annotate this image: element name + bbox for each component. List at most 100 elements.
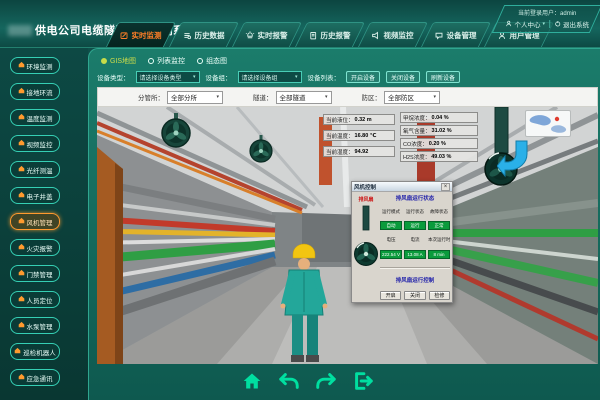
home-icon [18,321,25,330]
tab-video-monitor[interactable]: 视频监控 [358,22,428,47]
tab-history-data[interactable]: 历史数据 [169,22,239,47]
fault-state-value: 正常 [428,221,450,230]
branch-label: 分管所： [138,92,164,102]
fan-stop-button[interactable]: 关闭 [404,291,425,300]
bottom-nav [89,368,526,394]
device-group-label: 设备组： [206,72,232,82]
radio-icon [148,58,154,64]
sidebar-item-access-control[interactable]: 门禁管理 [10,265,60,282]
home-icon [18,269,25,278]
logout-link[interactable]: 退出系统 [554,19,589,29]
tab-label: 视频监控 [384,30,414,41]
open-device-button[interactable]: 开启设备 [346,71,380,83]
tab-label: 历史数据 [195,30,225,41]
status-section-title: 排风扇运行状态 [380,194,450,202]
radio-scada-view[interactable]: 组态图 [197,56,227,66]
home-icon [18,61,25,70]
divider [549,20,550,28]
sidebar-item-environment[interactable]: 环境监测 [10,57,60,74]
device-label: 排风扇 [358,196,373,203]
person-icon [505,20,512,29]
tunnel-3d-view[interactable]: 当前液位：0.32 m 当前温度：16.80 ℃ 当前湿度：94.92 甲烷浓度… [97,107,598,364]
run-mode-value: 自动 [380,221,402,230]
tab-realtime-alarm[interactable]: 实时报警 [232,22,302,47]
device-group-select[interactable]: 请选择设备组▾ [238,71,302,83]
personal-center-link[interactable]: 个人中心 ▾ [505,19,545,29]
home-icon [242,371,262,391]
sidebar-item-pump[interactable]: 水泵管理 [10,317,60,334]
tab-history-alarm[interactable]: 历史报警 [295,22,365,47]
sidebar-item-ground-current[interactable]: 接地环流 [10,83,60,100]
home-icon [18,217,25,226]
device-toolbar: 设备类型： 请选择设备类型▾ 设备组： 请选择设备组▾ 设备列表： 开启设备 关… [97,71,460,83]
sidebar-item-personnel[interactable]: 人员定位 [10,291,60,308]
forward-button[interactable] [314,368,338,394]
sidebar-item-manhole-cover[interactable]: 电子井盖 [10,187,60,204]
sidebar-item-fire-alarm[interactable]: 火灾报警 [10,239,60,256]
scene-filter-bar: 分管所： 全部分所▾ 隧道： 全部隧道▾ 防区： 全部防区▾ [97,87,598,107]
main-nav-tabs: 实时监测 历史数据 实时报警 历史报警 视频监控 [112,22,548,47]
chevron-down-icon: ▾ [193,74,196,80]
sidebar-item-fiber-temp[interactable]: 光纤测温 [10,161,60,178]
co-readout: CO浓度：0.20 % [400,138,478,149]
navigation-arrow[interactable] [497,140,531,183]
device-type-select[interactable]: 请选择设备类型▾ [136,71,200,83]
temperature-readout: 当前温度：16.80 ℃ [323,130,395,141]
zone-select[interactable]: 全部防区▾ [384,91,440,104]
sidebar-item-temperature[interactable]: 温度监测 [10,109,60,126]
home-icon [18,165,25,174]
home-button[interactable] [240,368,264,394]
run-state-value: 运行 [404,221,426,230]
radio-gis-map[interactable]: GIS地图 [101,56,136,66]
water-level-readout: 当前液位：0.32 m [323,114,395,125]
device-list-label: 设备列表： [308,72,341,82]
mini-map[interactable] [525,110,571,137]
history-alarm-icon [309,31,318,40]
fan-control-dialog: 风机控制 × 排风扇 [351,181,453,303]
tab-label: 设备管理 [447,30,477,41]
branch-select[interactable]: 全部分所▾ [167,91,223,104]
h2s-readout: H2S浓度：49.03 % [400,151,478,162]
video-monitor-icon [372,31,381,40]
sidebar-item-robot[interactable]: 巡检机器人 [10,343,60,360]
chevron-down-icon: ▾ [325,94,328,100]
sensor-overlay-right: 甲烷浓度：0.04 % 氧气含量：31.02 % CO浓度：0.20 % H2S… [400,112,478,162]
power-icon [554,20,561,29]
chevron-down-icon: ▾ [542,21,545,27]
methane-readout: 甲烷浓度：0.04 % [400,112,478,123]
tab-label: 实时监测 [132,30,162,41]
back-button[interactable] [277,368,301,394]
tab-device-manage[interactable]: 设备管理 [421,22,491,47]
divider [380,267,450,269]
user-panel: 当前登录用户：admin 个人中心 ▾ 退出系统 [492,5,600,33]
sensor-overlay-left: 当前液位：0.32 m 当前温度：16.80 ℃ 当前湿度：94.92 [323,114,395,157]
dialog-titlebar[interactable]: 风机控制 × [352,182,452,192]
home-icon [18,87,25,96]
tab-realtime-monitor[interactable]: 实时监测 [106,22,176,47]
oxygen-readout: 氧气含量：31.02 % [400,125,478,136]
blue-arrow-icon [497,140,531,178]
radio-selected-icon [101,58,107,64]
fan-start-button[interactable]: 开启 [380,291,401,300]
home-icon [18,191,25,200]
tab-label: 历史报警 [321,30,351,41]
sidebar-item-emergency-comm[interactable]: 应急通讯 [10,369,60,386]
sidebar-item-video[interactable]: 视频监控 [10,135,60,152]
exit-button[interactable] [351,368,375,394]
refresh-device-button[interactable]: 刷新设备 [426,71,460,83]
realtime-monitor-icon [120,31,129,40]
chevron-down-icon: ▾ [216,94,219,100]
radio-list-monitor[interactable]: 列表监控 [148,56,185,66]
sidebar-item-fan-manage[interactable]: 风机管理 [10,213,60,230]
home-icon [18,113,25,122]
zone-label: 防区： [362,92,382,102]
chevron-down-icon: ▾ [433,94,436,100]
home-icon [18,243,25,252]
close-device-button[interactable]: 关闭设备 [386,71,420,83]
fan-maintain-button[interactable]: 检修 [429,291,450,300]
close-icon[interactable]: × [441,183,450,191]
dialog-title: 风机控制 [354,183,376,191]
tunnel-select[interactable]: 全部隧道▾ [276,91,332,104]
main-panel: GIS地图 列表监控 组态图 设备类型： 请选择设备类型▾ 设备组： 请选择设备… [88,48,600,400]
tunnel-label: 隧道： [253,92,273,102]
